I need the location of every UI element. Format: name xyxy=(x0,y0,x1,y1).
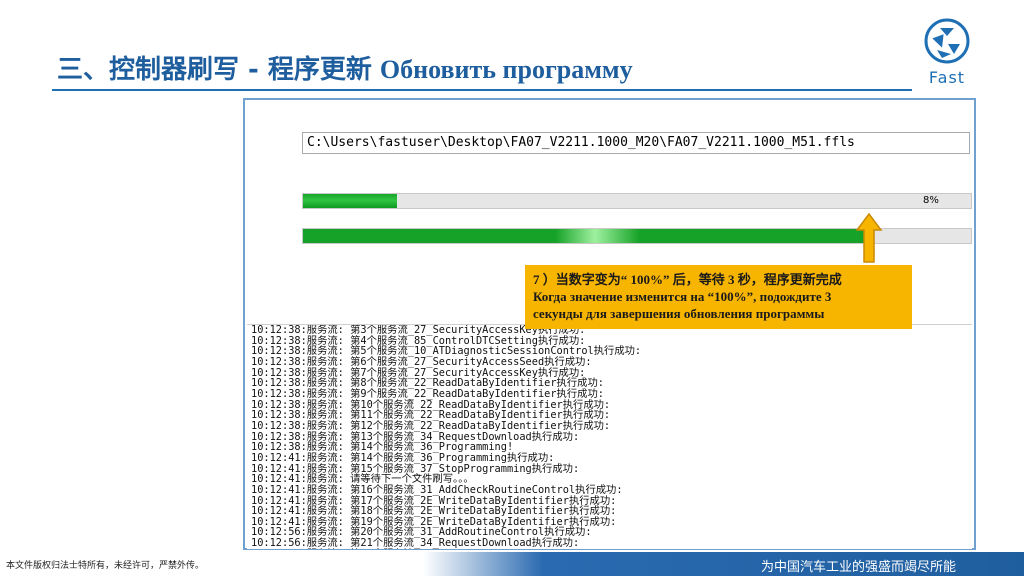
file-path-field[interactable]: C:\Users\fastuser\Desktop\FA07_V2211.100… xyxy=(302,132,970,154)
file-progress-bar: 8% xyxy=(302,193,972,209)
title-underline xyxy=(52,89,912,91)
total-progress-fill xyxy=(303,229,865,243)
callout-line-ru-2: секунды для завершения обновления програ… xyxy=(533,306,825,321)
company-logo: Fast xyxy=(918,16,976,87)
instruction-callout: 7 ）当数字变为“ 100%” 后，等待 3 秒，程序更新完成 Когда зн… xyxy=(525,265,912,329)
service-log[interactable]: 10:12:38:服务流: 第3个服务流_27_SecurityAccessKe… xyxy=(247,324,972,549)
copyright-notice: 本文件版权归法士特所有，未经许可，严禁外传。 xyxy=(6,561,205,571)
slide-title-cn: 三、控制器刷写 - 程序更新 xyxy=(57,55,372,85)
log-line: 10:12:41:服务流: 第16个服务流_31_AddCheckRoutine… xyxy=(251,483,623,496)
callout-line-ru-1: Когда значение изменится на “100%”, подо… xyxy=(533,289,832,304)
callout-line-cn: 7 ）当数字变为“ 100%” 后，等待 3 秒，程序更新完成 xyxy=(533,272,842,287)
log-line: 10:12:38:服务流: 第12个服务流_22_ReadDataByIdent… xyxy=(251,419,611,432)
footer-slogan: 为中国汽车工业的强盛而竭尽所能 xyxy=(760,560,956,575)
log-line: 10:12:41:服务流: 第14个服务流_36_Programming执行成功… xyxy=(251,451,555,464)
up-arrow-icon xyxy=(855,212,883,263)
file-progress-percent: 8% xyxy=(923,195,939,206)
logo-text: Fast xyxy=(928,68,966,87)
log-line: 10:12:38:服务流: 第9个服务流_22_ReadDataByIdenti… xyxy=(251,387,604,400)
slide-title: 三、控制器刷写 - 程序更新 Обновить программу xyxy=(57,49,633,86)
fast-logo-icon xyxy=(924,18,970,64)
slide-title-ru: Обновить программу xyxy=(379,55,633,84)
file-progress-fill xyxy=(303,194,397,208)
